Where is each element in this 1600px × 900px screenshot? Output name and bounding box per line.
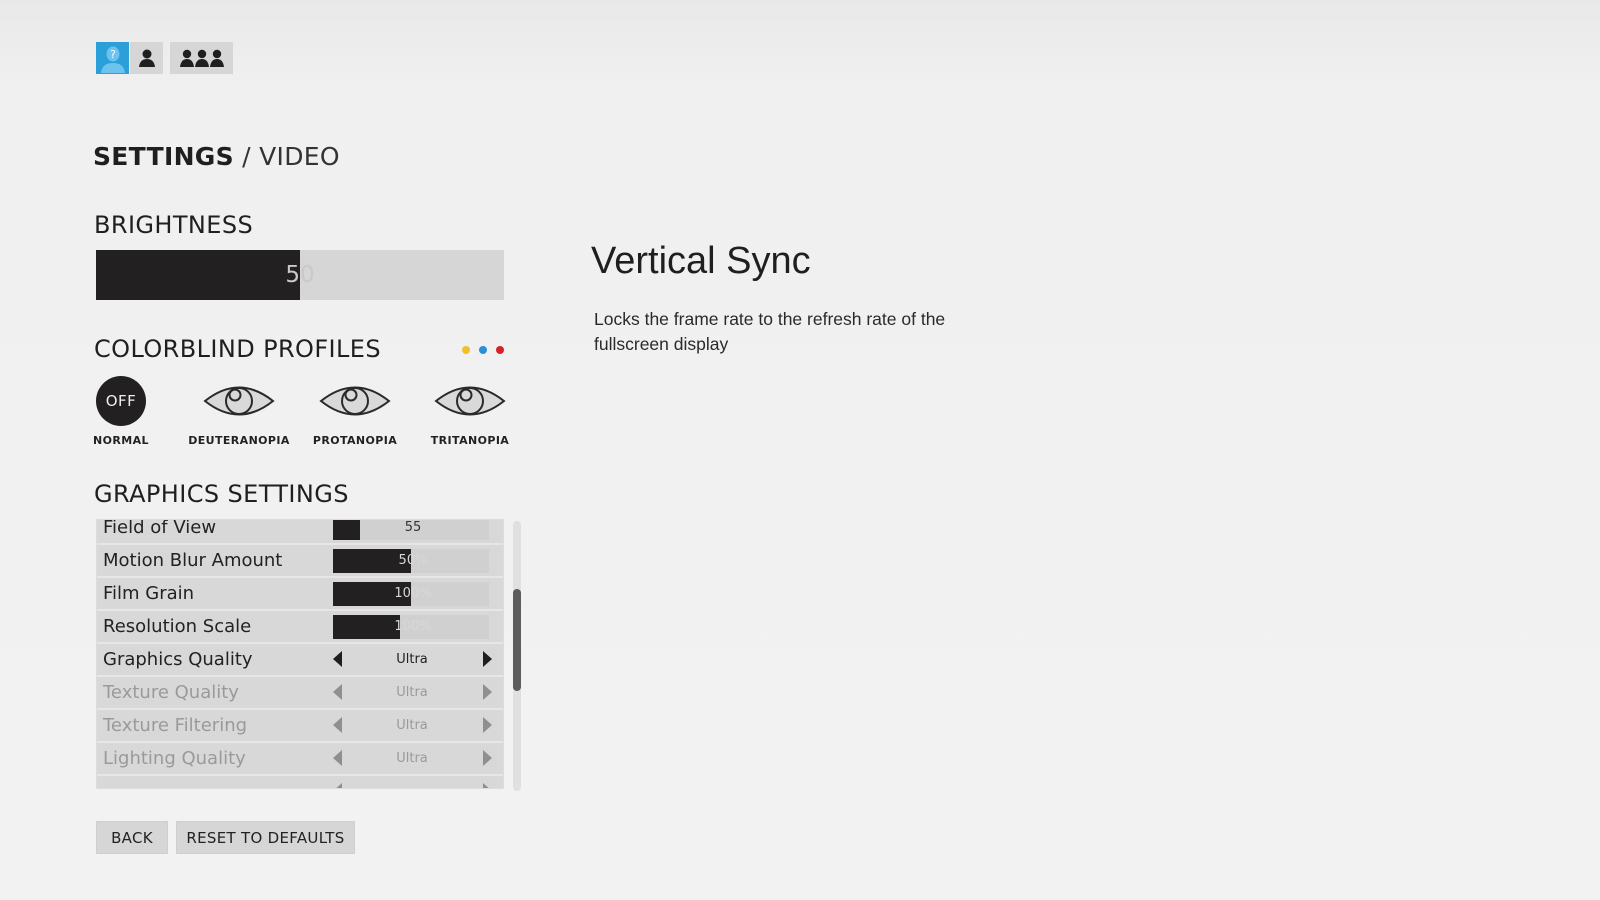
arrow-right-icon (483, 783, 492, 788)
brightness-slider[interactable]: 50 (96, 250, 504, 300)
svg-text:?: ? (110, 48, 116, 61)
breadcrumb-page: VIDEO (259, 142, 340, 171)
red-dot (496, 346, 504, 354)
setting-value: Ultra (396, 685, 428, 700)
info-description: Locks the frame rate to the refresh rate… (594, 309, 946, 354)
unknown-player-icon: ? (100, 46, 125, 73)
setting-row-texture-quality: Texture Quality Ultra (97, 677, 503, 708)
scrollbar-thumb[interactable] (513, 588, 521, 692)
setting-value: Ultra (396, 652, 428, 667)
setting-name: Film Grain (103, 583, 195, 604)
back-button[interactable]: BACK (96, 821, 168, 854)
breadcrumb: SETTINGS / VIDEO (93, 142, 340, 171)
setting-name: Motion Blur Amount (103, 550, 283, 571)
setting-name: Graphics Quality (103, 649, 253, 670)
eye-icon (434, 386, 506, 416)
setting-name: Resolution Scale (103, 616, 252, 637)
player-tab-single[interactable] (130, 42, 163, 74)
arrow-left-icon[interactable] (333, 651, 342, 667)
motion-blur-slider[interactable]: 50% (333, 549, 489, 573)
slider-value: 55 (404, 520, 422, 535)
brightness-value: 50 (285, 262, 315, 288)
setting-row-field-of-view[interactable]: Field of View 55 (97, 519, 503, 543)
slider-value: 50% (398, 553, 428, 568)
colorblind-protanopia[interactable]: PROTANOPIA (300, 376, 410, 447)
single-player-icon (138, 49, 155, 67)
colorblind-label: NORMAL (93, 434, 149, 447)
setting-name: Texture Filtering (103, 715, 248, 736)
setting-row-resolution-scale[interactable]: Resolution Scale 100% (97, 611, 503, 642)
arrow-left-icon (333, 750, 342, 766)
yellow-dot (462, 346, 470, 354)
film-grain-slider[interactable]: 100% (333, 582, 489, 606)
setting-row-lighting-quality: Lighting Quality Ultra (97, 743, 503, 774)
arrow-right-icon[interactable] (483, 651, 492, 667)
arrow-right-icon (483, 717, 492, 733)
graphics-title: GRAPHICS SETTINGS (94, 480, 349, 508)
graphics-settings-list[interactable]: Field of View 55 Motion Blur Amount 50% … (96, 519, 504, 789)
setting-value: Ultra (396, 718, 428, 733)
color-dots (462, 346, 504, 354)
arrow-left-icon (333, 783, 342, 788)
setting-name: Lighting Quality (103, 748, 246, 769)
player-tab-unknown[interactable]: ? (96, 42, 129, 74)
colorblind-tritanopia[interactable]: TRITANOPIA (415, 376, 525, 447)
breadcrumb-section: SETTINGS (93, 142, 234, 171)
graphics-scrollbar[interactable] (513, 521, 521, 791)
arrow-right-icon (483, 684, 492, 700)
reset-to-defaults-button[interactable]: RESET TO DEFAULTS (176, 821, 355, 854)
arrow-left-icon (333, 684, 342, 700)
slider-value: 100% (394, 586, 432, 601)
colorblind-label: PROTANOPIA (312, 434, 398, 447)
colorblind-label: TRITANOPIA (430, 434, 510, 447)
colorblind-title: COLORBLIND PROFILES (94, 335, 381, 363)
off-icon: OFF (96, 376, 146, 426)
field-of-view-slider[interactable]: 55 (333, 520, 489, 540)
setting-name: Field of View (103, 519, 217, 538)
colorblind-normal[interactable]: OFF NORMAL (66, 376, 176, 447)
blue-dot (479, 346, 487, 354)
slider-value: 100% (394, 619, 432, 634)
arrow-left-icon (333, 717, 342, 733)
group-players-icon (179, 49, 224, 67)
colorblind-label: DEUTERANOPIA (188, 434, 290, 447)
breadcrumb-separator: / (242, 142, 251, 171)
player-tab-group[interactable] (170, 42, 233, 74)
setting-row-graphics-quality[interactable]: Graphics Quality Ultra (97, 644, 503, 675)
eye-icon (319, 386, 391, 416)
arrow-right-icon (483, 750, 492, 766)
info-title: Vertical Sync (591, 240, 811, 282)
brightness-title: BRIGHTNESS (94, 211, 254, 239)
setting-row-motion-blur[interactable]: Motion Blur Amount 50% (97, 545, 503, 576)
setting-row-texture-filtering: Texture Filtering Ultra (97, 710, 503, 741)
setting-row-clipped (97, 776, 503, 788)
setting-value: Ultra (396, 751, 428, 766)
colorblind-deuteranopia[interactable]: DEUTERANOPIA (184, 376, 294, 447)
setting-name: Texture Quality (103, 682, 239, 703)
resolution-scale-slider[interactable]: 100% (333, 615, 489, 639)
setting-row-film-grain[interactable]: Film Grain 100% (97, 578, 503, 609)
eye-icon (203, 386, 275, 416)
